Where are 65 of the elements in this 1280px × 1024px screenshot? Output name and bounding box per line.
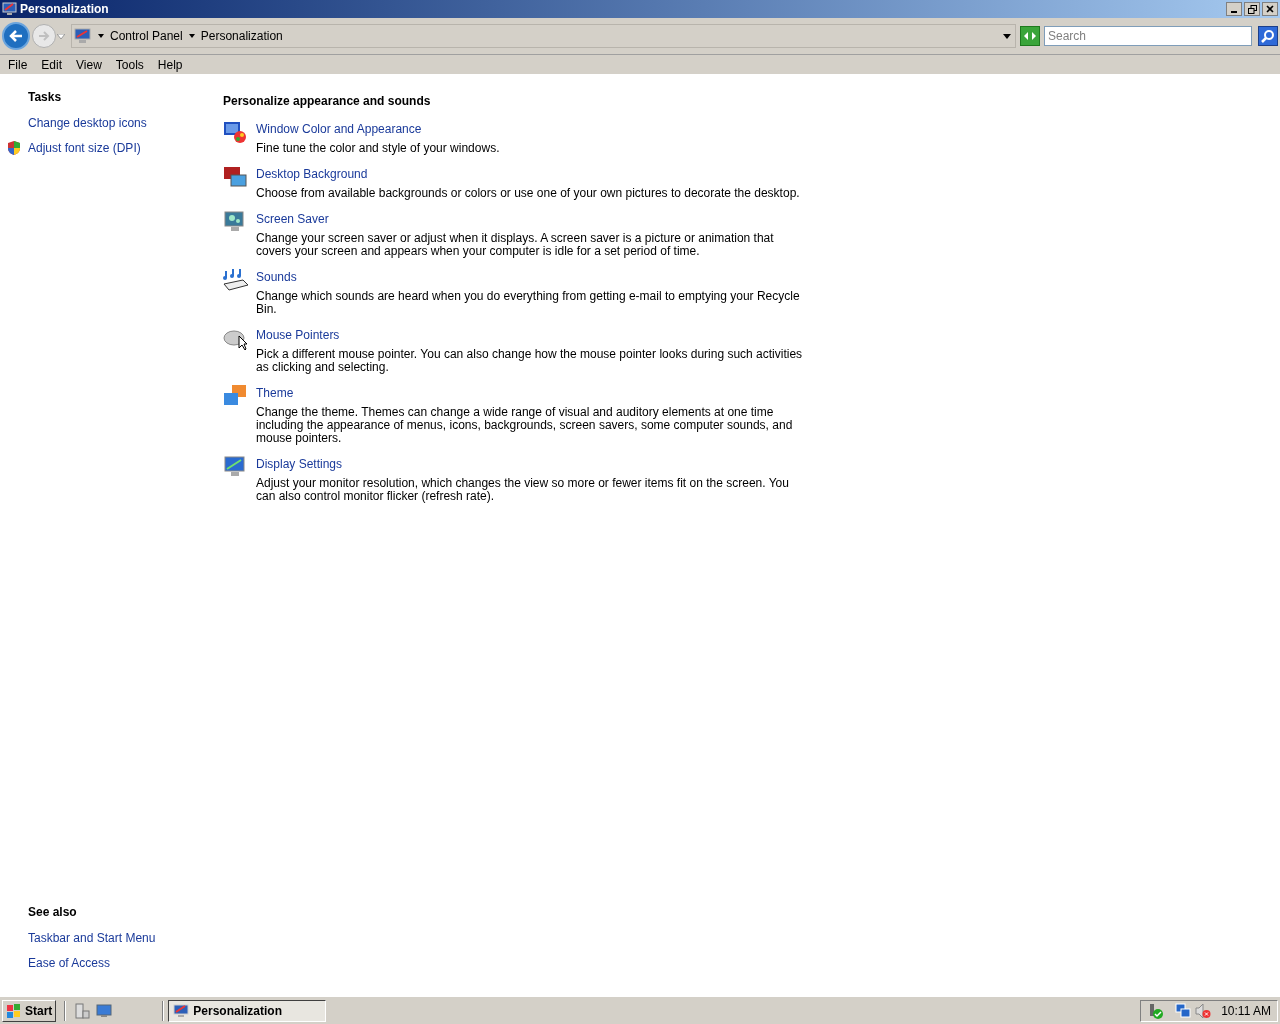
task-link[interactable]: Change desktop icons	[28, 114, 147, 132]
refresh-arrows-icon	[1023, 30, 1037, 42]
breadcrumb[interactable]: Control Panel	[110, 27, 183, 45]
taskbar-window-button[interactable]: Personalization	[168, 999, 327, 1022]
search-field[interactable]: Search	[1044, 26, 1252, 46]
windows-logo-icon	[6, 1002, 22, 1019]
breadcrumb[interactable]: Personalization	[200, 27, 283, 45]
item-description: Choose from available backgrounds or colors or use one of your own pictures to decorate the desktop.	[256, 187, 801, 200]
see-also-heading: See also	[28, 904, 78, 921]
back-button[interactable]	[2, 22, 30, 50]
menu-item[interactable]: Tools	[108, 55, 151, 74]
search-button[interactable]	[1258, 26, 1278, 46]
close-button[interactable]	[1262, 2, 1278, 16]
item-description: Change the theme. Themes can change a wide range of visual and auditory elements at one time including the appearance of menus, icons, backgrounds, screen savers, some computer sounds, and mouse pointers.	[256, 406, 794, 445]
restore-button[interactable]	[1244, 2, 1260, 16]
section-heading: Personalize appearance and sounds	[223, 93, 432, 110]
refresh-button[interactable]	[1020, 26, 1040, 46]
screen-saver-icon	[223, 210, 247, 234]
menu-item[interactable]: File	[1, 55, 35, 74]
item-link[interactable]: Sounds	[256, 268, 297, 286]
desktop-icon[interactable]	[96, 1003, 113, 1018]
item-link[interactable]: Window Color and Appearance	[256, 120, 422, 138]
address-field[interactable]: Control Panel Personalization	[71, 24, 1016, 48]
task-link[interactable]: Adjust font size (DPI)	[28, 139, 141, 157]
security-shield-icon[interactable]	[1147, 1002, 1166, 1019]
theme-icon	[223, 384, 247, 408]
item-link[interactable]: Display Settings	[256, 455, 343, 473]
menu-item[interactable]: View	[69, 55, 109, 74]
start-button[interactable]: Start	[2, 999, 57, 1022]
muted-speaker-icon[interactable]	[1195, 1002, 1212, 1019]
dropdown-icon	[1003, 33, 1011, 39]
item-link[interactable]: Desktop Background	[256, 165, 368, 183]
minimize-button[interactable]	[1226, 2, 1242, 16]
search-icon	[1261, 29, 1275, 43]
item-description: Adjust your monitor resolution, which changes the view so more or fewer items fit on the screen. You can also control monitor flicker (refresh rate).	[256, 477, 790, 503]
minimize-icon	[1231, 11, 1237, 13]
item-link[interactable]: Mouse Pointers	[256, 326, 340, 344]
back-arrow-icon	[9, 30, 23, 42]
caret-icon[interactable]	[98, 34, 104, 38]
see-also-link[interactable]: Ease of Access	[28, 954, 210, 972]
monitor-icon	[173, 1003, 190, 1018]
dropdown-icon	[57, 33, 65, 39]
window-palette-icon	[223, 120, 247, 144]
music-keyboard-icon	[223, 268, 249, 292]
item-description: Pick a different mouse pointer. You can also change how the mouse pointer looks during such activities as clicking and selecting.	[256, 348, 804, 374]
menu-item[interactable]: Help	[150, 55, 190, 74]
desktop-background-icon	[223, 165, 247, 189]
window-title: Personalization	[20, 1, 109, 18]
forward-arrow-icon	[38, 31, 50, 41]
see-also-link[interactable]: Taskbar and Start Menu	[28, 929, 210, 947]
item-description: Fine tune the color and style of your windows.	[256, 142, 501, 155]
tasks-heading: Tasks	[28, 89, 63, 106]
menu-item[interactable]: Edit	[34, 55, 70, 74]
display-monitor-icon	[223, 455, 247, 479]
item-description: Change your screen saver or adjust when it displays. A screen saver is a picture or animation that covers your screen and appears when your computer is idle for a set period of time.	[256, 232, 775, 258]
restore-icon	[1247, 4, 1257, 14]
close-icon	[1266, 5, 1274, 13]
monitor-icon	[74, 28, 92, 44]
network-icon[interactable]	[1175, 1002, 1192, 1019]
monitor-icon	[2, 2, 17, 16]
item-description: Change which sounds are heard when you do everything from getting e-mail to emptying your Recycle Bin.	[256, 290, 801, 316]
item-link[interactable]: Screen Saver	[256, 210, 329, 228]
item-link[interactable]: Theme	[256, 384, 294, 402]
caret-icon[interactable]	[188, 34, 195, 38]
shield-icon	[6, 140, 22, 156]
